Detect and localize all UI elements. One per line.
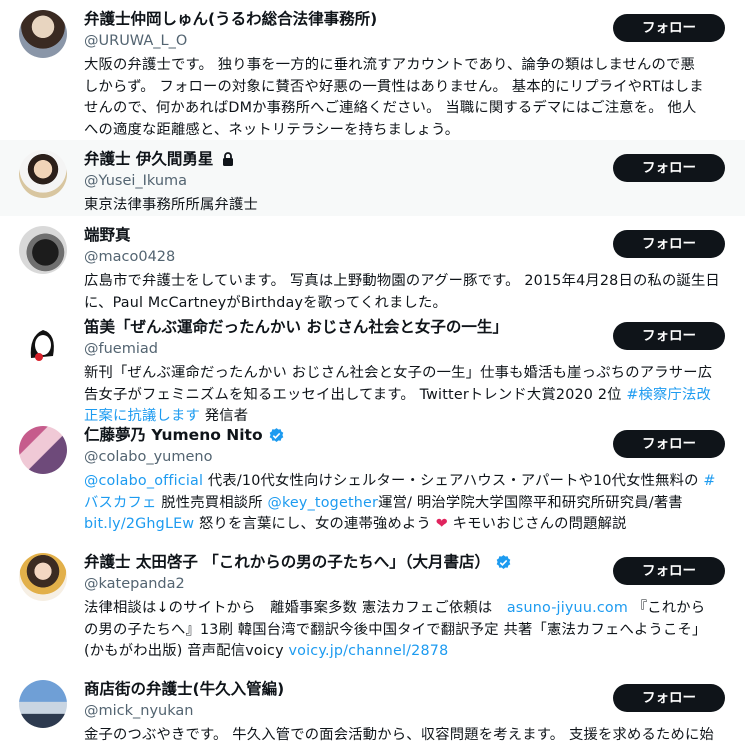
display-name[interactable]: 弁護士 伊久間勇星 [84, 148, 604, 170]
url-link[interactable]: asuno-jiyuu.com [507, 600, 628, 616]
user-bio: 大阪の弁護士です。 独り事を一方的に垂れ流すアカウントであり、論争の類はしません… [84, 57, 704, 138]
avatar[interactable] [19, 10, 67, 58]
follow-button[interactable]: フォロー [613, 154, 725, 182]
lock-icon [223, 152, 234, 166]
display-name[interactable]: 端野真 [84, 224, 604, 246]
user-row[interactable]: 弁護士 伊久間勇星 @Yusei_Ikuma 東京法律事務所所属弁護士 フォロー [0, 140, 745, 216]
mention-link[interactable]: @key_together [267, 495, 378, 511]
follow-button[interactable]: フォロー [613, 430, 725, 458]
user-bio: 金子のつぶやきです。 牛久入管での面会活動から、収容問題を考えます。 支援を求め… [84, 727, 714, 743]
user-bio: @colabo_official 代表/10代女性向けシェルター・シェアハウス・… [84, 473, 716, 532]
display-name[interactable]: 弁護士仲岡しゅん(うるわ総合法律事務所) [84, 8, 604, 30]
follow-button[interactable]: フォロー [613, 14, 725, 42]
user-row[interactable]: 弁護士 太田啓子 「これからの男の子たちへ」（大月書店） @katepanda2… [0, 543, 745, 670]
heart-emoji-icon: ❤ [430, 516, 448, 532]
user-row[interactable]: 端野真 @maco0428 広島市で弁護士をしています。 写真は上野動物園のアグ… [0, 216, 745, 311]
display-name[interactable]: 商店街の弁護士(牛久入管編) [84, 678, 604, 700]
user-bio: 法律相談は↓のサイトから 離婚事案多数 憲法カフェご依頼は asuno-jiyu… [84, 600, 707, 659]
display-name[interactable]: 弁護士 太田啓子 「これからの男の子たちへ」（大月書店） [84, 551, 604, 573]
user-row[interactable]: 仁藤夢乃 Yumeno Nito @colabo_yumeno @colabo_… [0, 416, 745, 543]
avatar-illustration [30, 330, 54, 361]
display-name[interactable]: 仁藤夢乃 Yumeno Nito [84, 424, 604, 446]
user-row[interactable]: 笛美「ぜんぶ運命だったんかい おじさん社会と女子の一生」 @fuemiad 新刊… [0, 308, 745, 424]
avatar[interactable] [19, 553, 67, 601]
user-row[interactable]: 商店街の弁護士(牛久入管編) @mick_nyukan 金子のつぶやきです。 牛… [0, 670, 745, 745]
verified-badge-icon [496, 554, 511, 569]
follow-button[interactable]: フォロー [613, 230, 725, 258]
user-row[interactable]: 弁護士仲岡しゅん(うるわ総合法律事務所) @URUWA_L_O 大阪の弁護士です… [0, 0, 745, 140]
user-bio: 東京法律事務所所属弁護士 [84, 197, 258, 213]
avatar[interactable] [19, 226, 67, 274]
follow-button[interactable]: フォロー [613, 557, 725, 585]
follow-button[interactable]: フォロー [613, 684, 725, 712]
follow-button[interactable]: フォロー [613, 322, 725, 350]
url-link[interactable]: voicy.jp/channel/2878 [289, 643, 449, 659]
display-name[interactable]: 笛美「ぜんぶ運命だったんかい おじさん社会と女子の一生」 [84, 316, 599, 338]
avatar[interactable] [19, 150, 67, 198]
avatar[interactable] [19, 680, 67, 728]
avatar[interactable] [19, 318, 67, 366]
avatar[interactable] [19, 426, 67, 474]
url-link[interactable]: bit.ly/2GhgLEw [84, 516, 194, 532]
verified-badge-icon [269, 427, 283, 442]
mention-link[interactable]: @colabo_official [84, 473, 203, 489]
